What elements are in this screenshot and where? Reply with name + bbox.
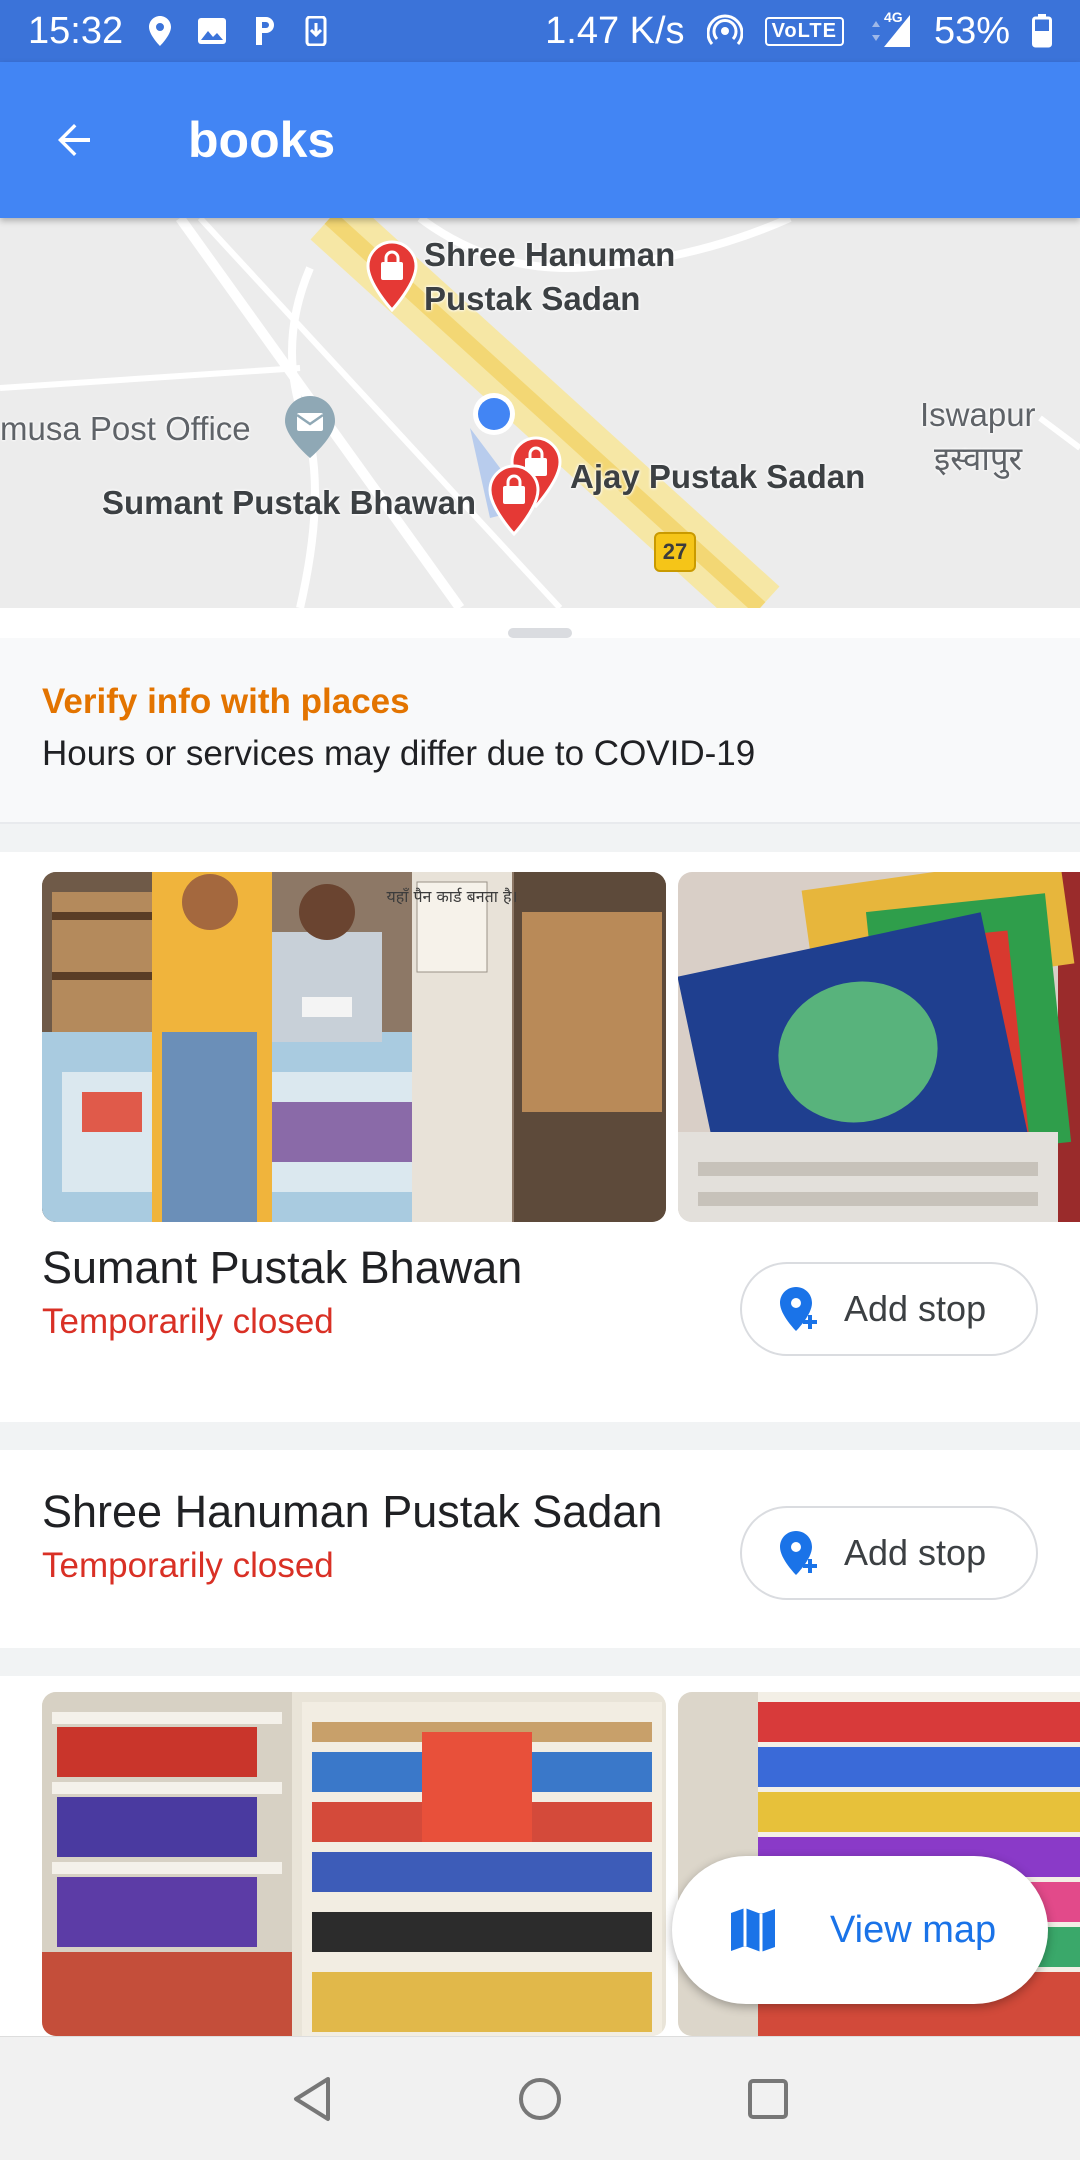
add-location-icon — [780, 1531, 817, 1575]
map-label-post-office: musa Post Office — [0, 410, 251, 447]
shopping-bag-pin-icon — [366, 240, 418, 312]
place-status: Temporarily closed — [42, 1302, 334, 1341]
location-icon — [149, 16, 172, 46]
network-type: 4G — [883, 9, 903, 25]
photo-sign-text: यहाँ पैन कार्ड बनता है। — [386, 887, 517, 906]
nav-recents-button[interactable] — [738, 2069, 798, 2129]
app-bar: books — [0, 62, 1080, 218]
volte-badge: VoLTE — [764, 16, 844, 46]
place-photo[interactable]: यहाँ पैन कार्ड बनता है। — [42, 872, 666, 1222]
view-map-button[interactable]: View map — [672, 1856, 1048, 2004]
hotspot-icon — [706, 13, 743, 49]
page-title: books — [188, 112, 336, 168]
map-label-shree-line1: Shree Hanuman — [424, 236, 676, 273]
square-recents-icon — [748, 2078, 788, 2119]
results-sheet: Verify info with places Hours or service… — [0, 608, 1080, 2036]
map-label-shree-line2: Pustak Sadan — [424, 280, 641, 317]
parking-icon — [253, 16, 279, 46]
map-label-ajay: Ajay Pustak Sadan — [570, 458, 866, 495]
map-label-iswapur-hindi: इस्वापुर — [934, 440, 1023, 477]
map-view[interactable]: Shree Hanuman Pustak Sadan musa Post Off… — [0, 218, 1080, 608]
add-stop-label: Add stop — [844, 1532, 987, 1573]
result-card[interactable]: यहाँ पैन कार्ड बनता है। Sumant Pustak Bh… — [0, 852, 1080, 1422]
place-name[interactable]: Shree Hanuman Pustak Sadan — [42, 1486, 662, 1538]
photo-strip[interactable]: यहाँ पैन कार्ड बनता है। — [42, 872, 1080, 1222]
add-stop-label: Add stop — [844, 1288, 987, 1329]
clock: 15:32 — [28, 9, 124, 52]
place-photo[interactable] — [42, 1692, 666, 2036]
circle-home-icon — [519, 2077, 561, 2120]
signal-icon: 4G — [866, 9, 912, 49]
map-icon — [731, 1908, 775, 1952]
battery-icon — [1032, 14, 1052, 48]
download-icon — [305, 16, 327, 46]
map-label-sumant: Sumant Pustak Bhawan — [102, 484, 477, 521]
triangle-back-icon — [294, 2076, 330, 2121]
nav-home-button[interactable] — [510, 2069, 570, 2129]
result-card[interactable]: Shree Hanuman Pustak Sadan Temporarily c… — [0, 1450, 1080, 1648]
nav-back-button[interactable] — [282, 2069, 342, 2129]
drag-handle[interactable] — [508, 628, 572, 638]
battery-percent: 53% — [933, 9, 1010, 52]
map-label-iswapur: Iswapur — [920, 396, 1036, 433]
route-number-badge: 27 — [654, 532, 696, 572]
notice-text: Hours or services may differ due to COVI… — [42, 734, 756, 773]
add-stop-button[interactable]: Add stop — [740, 1506, 1038, 1600]
arrow-back-icon — [58, 124, 90, 156]
status-bar: 15:32 1.47 K/s VoLTE 4G 53% — [0, 0, 1080, 62]
network-speed: 1.47 K/s — [545, 9, 685, 52]
notice-title: Verify info with places — [42, 682, 410, 721]
sheet-drag-area[interactable] — [0, 608, 1080, 638]
gallery-icon — [197, 17, 227, 45]
mail-pin-icon — [285, 396, 335, 458]
back-button[interactable] — [24, 90, 124, 190]
place-name[interactable]: Sumant Pustak Bhawan — [42, 1242, 522, 1294]
place-status: Temporarily closed — [42, 1546, 334, 1585]
covid-notice: Verify info with places Hours or service… — [0, 638, 1080, 824]
add-location-icon — [780, 1287, 817, 1331]
system-nav-bar — [0, 2036, 1080, 2160]
add-stop-button[interactable]: Add stop — [740, 1262, 1038, 1356]
view-map-label: View map — [830, 1908, 997, 1951]
place-photo[interactable] — [678, 872, 1080, 1222]
shopping-bag-pin-icon — [488, 464, 540, 536]
